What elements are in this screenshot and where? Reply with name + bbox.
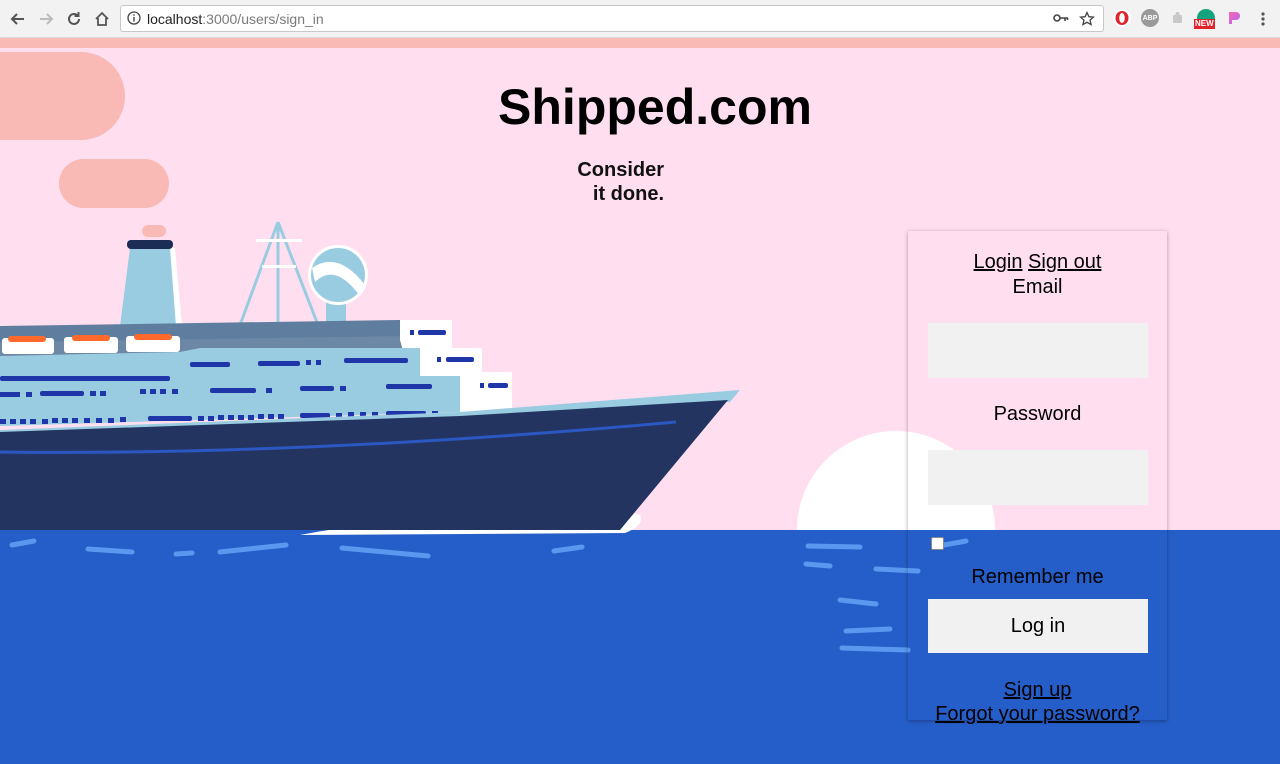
adblock-plus-icon[interactable]: ABP [1141,9,1159,27]
opera-icon[interactable] [1113,9,1131,27]
password-label: Password [993,403,1082,425]
forgot-password-link[interactable]: Forgot your password? [935,703,1140,725]
lifeboats [2,334,180,354]
mast [238,221,320,326]
forward-icon[interactable] [35,8,57,30]
address-bar[interactable]: localhost:3000/users/sign_in [120,5,1104,32]
top-accent-bar [0,38,1280,48]
site-title: Shipped.com [498,79,812,135]
email-field[interactable] [928,323,1148,378]
sign-up-link[interactable]: Sign up [1004,679,1072,701]
auth-nav: Login Sign out [908,251,1167,274]
grammarly-icon[interactable]: NEW [1194,9,1215,29]
signout-link[interactable]: Sign out [1028,251,1101,273]
home-icon[interactable] [91,8,113,30]
url-text: localhost:3000/users/sign_in [147,11,324,27]
login-card: Login Sign out Email Password Remember m… [908,231,1167,725]
browser-menu-icon[interactable] [1252,8,1274,30]
funnel-cap [127,240,173,249]
info-icon[interactable] [127,11,141,25]
gradient-extension-icon[interactable] [1225,9,1243,27]
email-label: Email [1012,276,1063,298]
tagline-line-1: Consider [577,159,664,181]
bookmark-star-icon[interactable] [1079,11,1095,27]
browser-toolbar: localhost:3000/users/sign_in ABP NEW [0,0,1280,38]
password-field[interactable] [928,450,1148,505]
tagline: Consider it done. [560,158,664,206]
smoke-puff [142,225,166,237]
extension-puzzle-icon[interactable] [1169,9,1187,27]
new-badge: NEW [1194,19,1215,29]
adblock-label: ABP [1142,14,1158,22]
remember-me-label: Remember me [971,566,1104,588]
remember-me-checkbox[interactable] [931,537,944,550]
login-link[interactable]: Login [974,251,1023,273]
reload-icon[interactable] [63,8,85,30]
tagline-line-2: it done. [592,183,664,205]
back-icon[interactable] [7,8,29,30]
cloud-small [59,159,169,208]
key-icon[interactable] [1053,12,1069,24]
card-footer-links: Sign up Forgot your password? [908,678,1167,726]
log-in-button[interactable]: Log in [928,599,1148,653]
